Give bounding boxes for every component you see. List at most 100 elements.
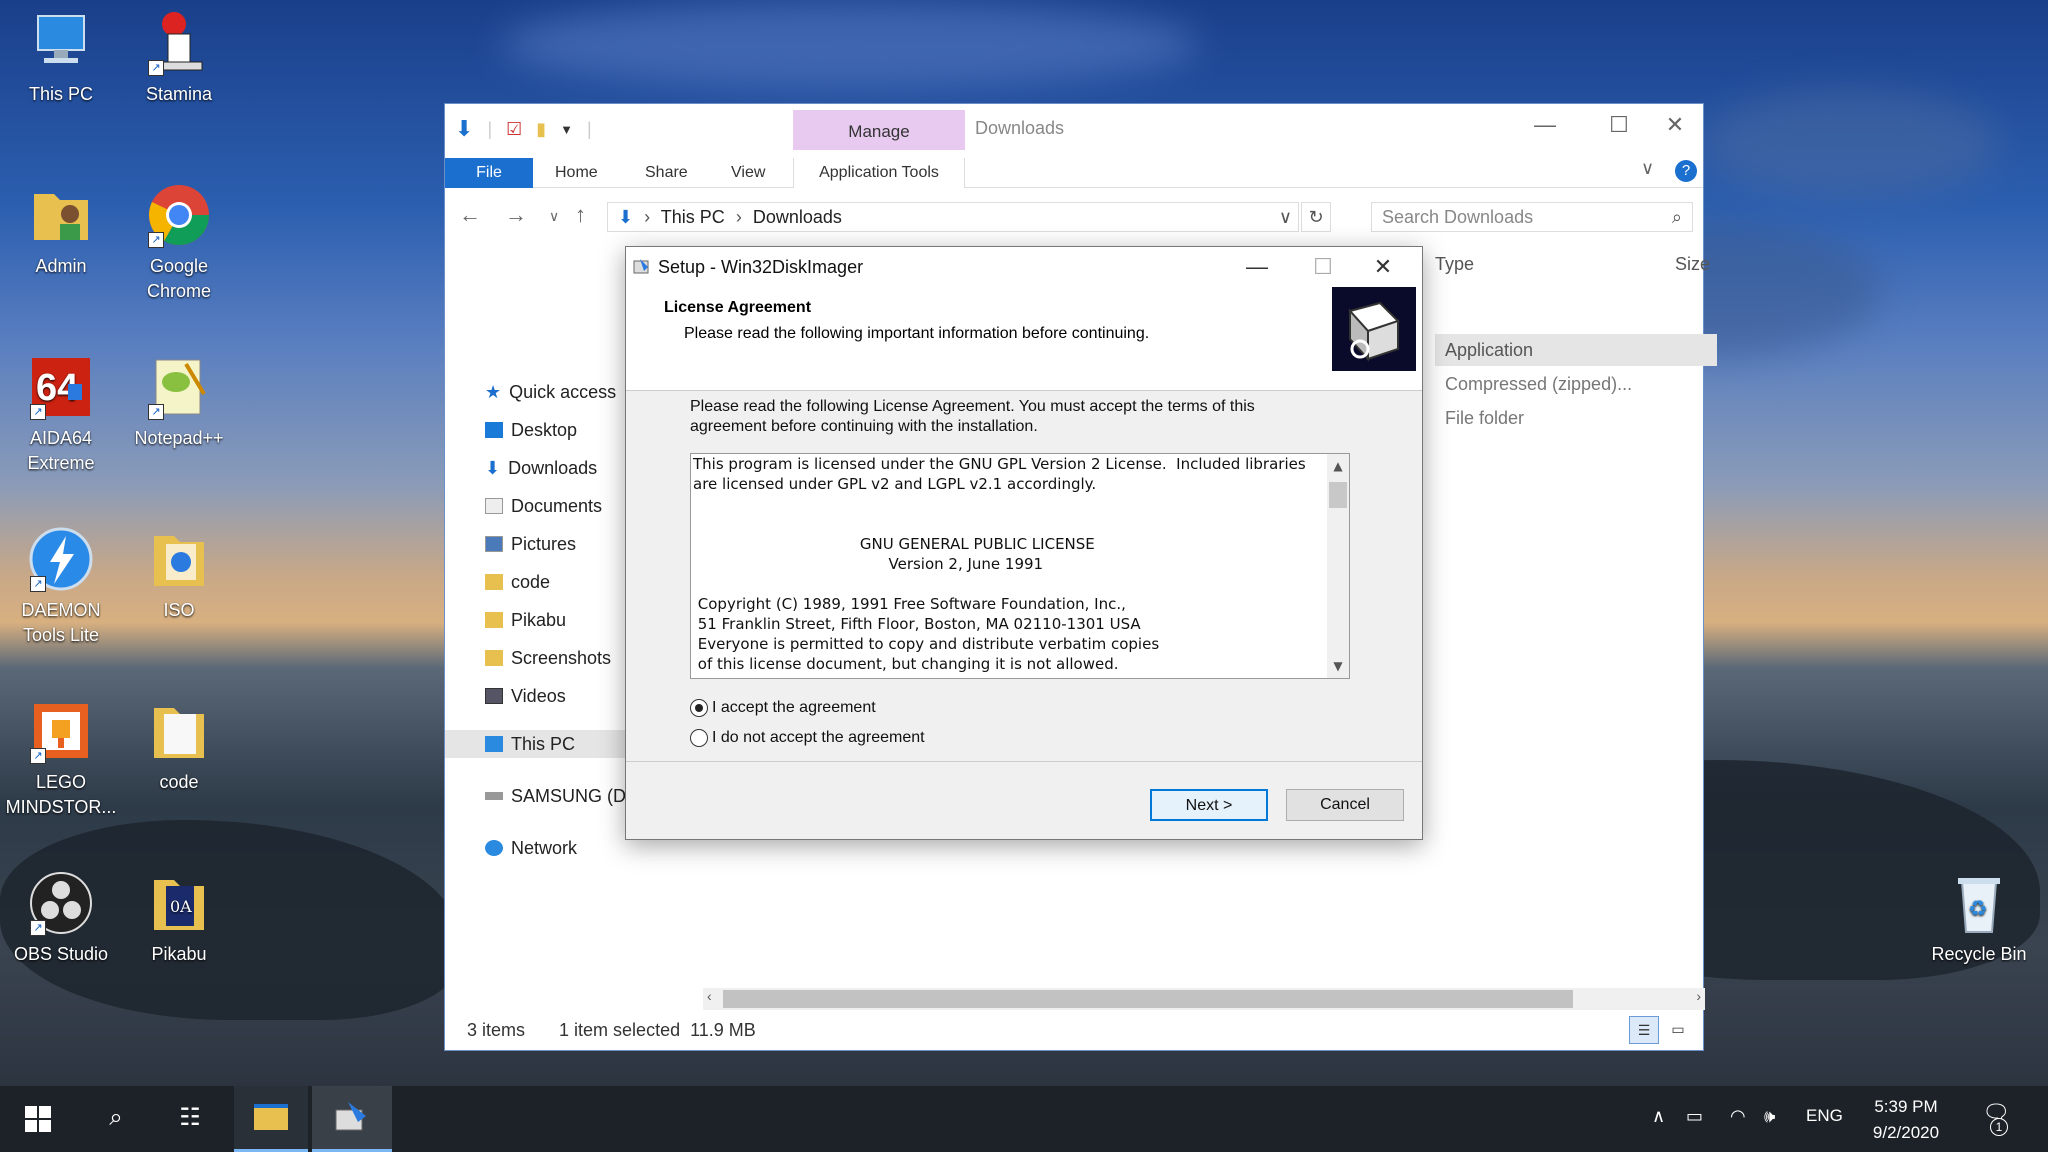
scroll-right-icon[interactable]: › (1696, 988, 1701, 1004)
accept-radio[interactable]: I accept the agreement (690, 699, 876, 717)
tab-view[interactable]: View (731, 158, 765, 188)
nav-code[interactable]: code (485, 568, 625, 596)
forward-arrow-icon[interactable]: → (505, 202, 527, 228)
horizontal-scrollbar[interactable]: ‹ › (703, 988, 1705, 1010)
decline-label[interactable]: I do not accept the agreement (712, 729, 925, 747)
maximize-button[interactable]: ☐ (1589, 112, 1649, 142)
desktop-icon-obs[interactable]: ↗ OBS Studio (6, 870, 116, 967)
scroll-down-icon[interactable]: ▼ (1327, 656, 1349, 676)
desktop-icon-chrome[interactable]: ↗ Google Chrome (124, 182, 234, 304)
nav-network[interactable]: Network (485, 834, 625, 862)
help-icon[interactable]: ? (1675, 160, 1697, 182)
nav-samsung-drive[interactable]: SAMSUNG (D (485, 782, 625, 810)
task-view-icon[interactable]: ☷ (172, 1100, 208, 1136)
close-button[interactable]: ✕ (1645, 112, 1705, 142)
desktop-icon-lego[interactable]: ↗ LEGO MINDSTOR... (0, 698, 122, 820)
battery-icon[interactable]: ▭ (1686, 1106, 1703, 1127)
star-icon: ★ (485, 382, 502, 402)
desktop-icon-recycle-bin[interactable]: ♻ Recycle Bin (1924, 870, 2034, 967)
dialog-close-button[interactable]: ✕ (1354, 247, 1412, 287)
cancel-button[interactable]: Cancel (1286, 789, 1404, 821)
decline-radio[interactable]: I do not accept the agreement (690, 729, 925, 747)
nav-screenshots[interactable]: Screenshots (485, 644, 625, 672)
show-hidden-icons[interactable]: ∧ (1652, 1106, 1665, 1127)
scroll-left-icon[interactable]: ‹ (707, 988, 712, 1004)
nav-downloads[interactable]: ⬇ Downloads (485, 454, 625, 482)
language-indicator[interactable]: ENG (1806, 1106, 1843, 1126)
nav-this-pc[interactable]: This PC (445, 730, 625, 758)
radio-selected-icon[interactable] (690, 699, 708, 717)
quick-access-toolbar: ⬇ | ☑ ▮ ▼ | (455, 116, 592, 142)
scrollbar-thumb[interactable] (1329, 482, 1347, 508)
nav-desktop[interactable]: Desktop (485, 416, 625, 444)
nav-label: Pikabu (511, 610, 567, 630)
address-bar[interactable]: ⬇ › This PC › Downloads ∨ (607, 202, 1299, 232)
wifi-icon[interactable]: ◠ (1730, 1106, 1746, 1127)
desktop-icon-notepadpp[interactable]: ↗ Notepad++ (124, 354, 234, 451)
scrollbar-thumb[interactable] (723, 990, 1573, 1008)
taskbar-setup[interactable] (312, 1086, 392, 1152)
tab-share[interactable]: Share (645, 158, 688, 188)
breadcrumb-downloads[interactable]: Downloads (753, 207, 842, 227)
search-icon[interactable]: ⌕ (98, 1100, 134, 1136)
status-bar: 3 items 1 item selected 11.9 MB (467, 1020, 756, 1041)
back-arrow-icon[interactable]: ← (459, 202, 481, 228)
pictures-icon (485, 536, 503, 552)
new-folder-icon[interactable]: ▮ (536, 119, 546, 140)
nav-label: Downloads (508, 458, 598, 478)
scroll-up-icon[interactable]: ▲ (1327, 456, 1349, 476)
column-header-type[interactable]: Type (1435, 254, 1474, 275)
nav-pictures[interactable]: Pictures (485, 530, 625, 558)
desktop-icon-code[interactable]: code (124, 698, 234, 795)
notepadpp-icon: ↗ (146, 354, 212, 420)
file-row[interactable]: Compressed (zipped)... (1445, 368, 1632, 400)
address-dropdown-icon[interactable]: ∨ (1279, 203, 1292, 231)
desktop-icon-stamina[interactable]: ↗ Stamina (124, 10, 234, 107)
taskbar-explorer[interactable] (234, 1086, 308, 1152)
refresh-button[interactable]: ↻ (1301, 202, 1331, 232)
large-icons-view-icon[interactable]: ▭ (1663, 1016, 1693, 1044)
file-row[interactable]: File folder (1445, 402, 1524, 434)
recent-locations-icon[interactable]: ∨ (549, 208, 559, 225)
column-header-size[interactable]: Size (1675, 254, 1710, 275)
ribbon-expand-icon[interactable]: ∨ (1641, 158, 1654, 179)
desktop-icon-this-pc[interactable]: This PC (6, 10, 116, 107)
nav-quick-access[interactable]: ★ Quick access (485, 378, 625, 406)
breadcrumb-this-pc[interactable]: This PC (661, 207, 725, 227)
desktop-icon-pikabu[interactable]: 0A Pikabu (124, 870, 234, 967)
properties-icon[interactable]: ☑ (506, 119, 522, 140)
nav-documents[interactable]: Documents (485, 492, 625, 520)
tab-home[interactable]: Home (555, 158, 598, 188)
chrome-icon: ↗ (146, 182, 212, 248)
nav-label: Desktop (511, 420, 578, 440)
next-button[interactable]: Next > (1150, 789, 1268, 821)
qat-dropdown-icon[interactable]: ▼ (560, 122, 573, 137)
start-windows-icon[interactable] (20, 1100, 56, 1136)
nav-label: This PC (511, 734, 576, 754)
desktop-icon-label: AIDA64 Extreme (27, 428, 95, 473)
tab-application-tools[interactable]: Application Tools (793, 158, 965, 188)
details-view-icon[interactable]: ☰ (1629, 1016, 1659, 1044)
license-textarea[interactable]: This program is licensed under the GNU G… (690, 453, 1350, 679)
clock[interactable]: 5:39 PM 9/2/2020 (1856, 1094, 1956, 1146)
download-arrow-icon[interactable]: ⬇ (455, 116, 473, 142)
dialog-minimize-button[interactable]: — (1228, 247, 1286, 287)
desktop-icon-daemon[interactable]: ↗ DAEMON Tools Lite (6, 526, 116, 648)
tab-manage[interactable]: Manage (793, 110, 965, 150)
license-line: of this license document, but changing i… (693, 655, 1119, 673)
up-arrow-icon[interactable]: ↑ (575, 202, 586, 228)
minimize-button[interactable]: — (1515, 112, 1575, 142)
volume-icon[interactable]: 🕪 (1764, 1106, 1775, 1127)
nav-pikabu[interactable]: Pikabu (485, 606, 625, 634)
nav-videos[interactable]: Videos (485, 682, 625, 710)
license-scrollbar[interactable]: ▲ ▼ (1327, 454, 1349, 678)
file-row[interactable]: Application (1435, 334, 1717, 366)
accept-label[interactable]: I accept the agreement (712, 699, 876, 717)
desktop-icon-aida64[interactable]: 64 ↗ AIDA64 Extreme (6, 354, 116, 476)
radio-unselected-icon[interactable] (690, 729, 708, 747)
desktop-icon-admin[interactable]: Admin (6, 182, 116, 279)
breadcrumb-separator: › (735, 207, 742, 227)
desktop-icon-iso[interactable]: ISO (124, 526, 234, 623)
tab-file[interactable]: File (445, 158, 533, 188)
search-input[interactable]: Search Downloads ⌕ (1371, 202, 1693, 232)
